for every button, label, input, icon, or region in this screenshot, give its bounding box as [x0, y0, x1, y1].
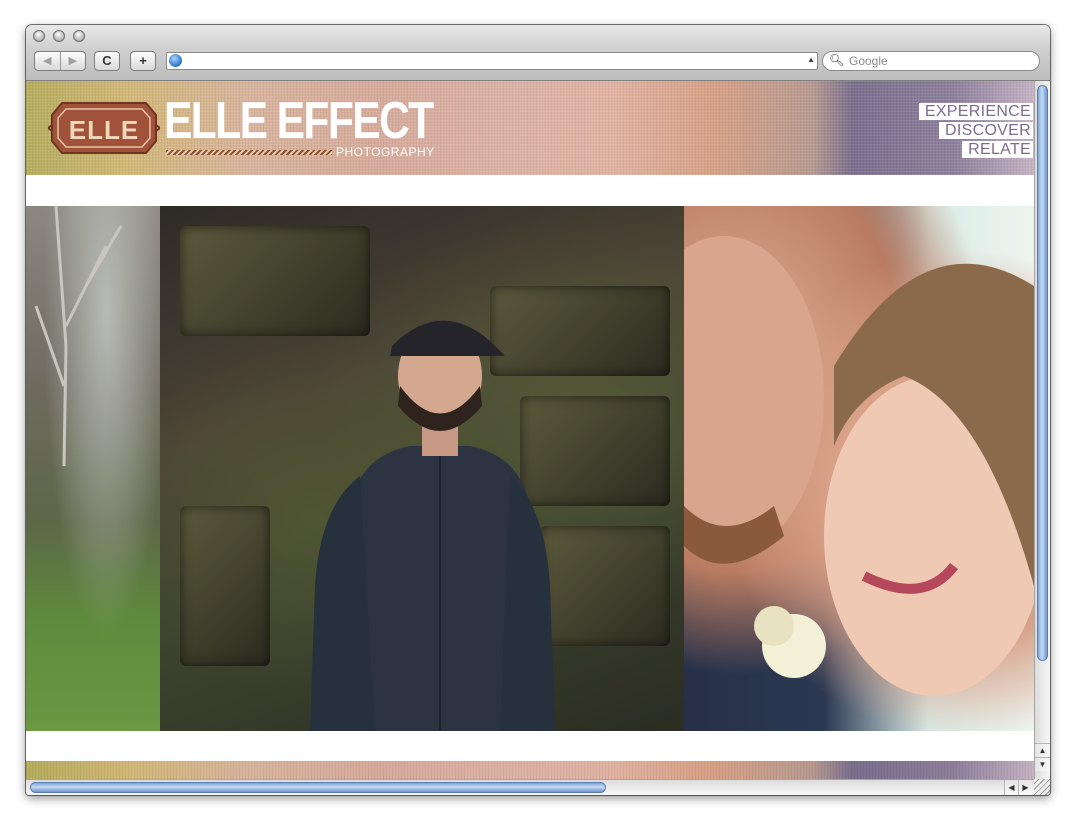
- globe-icon: [169, 54, 182, 67]
- close-window-button[interactable]: [33, 30, 45, 42]
- reload-button[interactable]: C: [94, 51, 120, 71]
- logo-text: ELLE: [69, 115, 139, 145]
- nav-discover[interactable]: DISCOVER: [939, 122, 1033, 139]
- resize-grip-icon[interactable]: [1034, 779, 1050, 795]
- scroll-down-arrow[interactable]: ▼: [1035, 757, 1050, 771]
- horizontal-scrollbar[interactable]: ◀ ▶: [26, 779, 1034, 795]
- man-by-stone-wall-photo[interactable]: [160, 206, 684, 731]
- add-bookmark-button[interactable]: +: [130, 51, 156, 71]
- browser-toolbar: ◀ ▶ C + ▲ 🔍︎: [26, 25, 1050, 81]
- site-footer: [26, 761, 1034, 779]
- browser-window: ◀ ▶ C + ▲ 🔍︎ ELLE ELLE EFFECT PHOTOGRAPH…: [26, 25, 1050, 795]
- scroll-right-arrow[interactable]: ▶: [1018, 780, 1032, 795]
- scroll-up-arrow[interactable]: ▲: [1035, 743, 1050, 757]
- brand-name: ELLE EFFECT: [164, 92, 434, 150]
- site-header: ELLE ELLE EFFECT PHOTOGRAPHY EXPERIENCE …: [26, 81, 1034, 175]
- search-icon[interactable]: 🔍︎: [829, 53, 844, 67]
- brand-stripe: [166, 150, 332, 155]
- photo-gallery[interactable]: [26, 206, 1034, 731]
- couple-portrait-photo[interactable]: [684, 206, 1034, 731]
- forest-edge-photo[interactable]: [26, 206, 160, 731]
- nav-relate[interactable]: RELATE: [962, 141, 1033, 158]
- back-button[interactable]: ◀: [35, 52, 60, 70]
- search-box[interactable]: 🔍︎: [822, 51, 1040, 71]
- minimize-window-button[interactable]: [53, 30, 65, 42]
- back-forward-group: ◀ ▶: [34, 51, 86, 71]
- elle-logo[interactable]: ELLE: [48, 95, 160, 161]
- man-figure: [310, 320, 555, 731]
- vertical-scroll-thumb[interactable]: [1037, 85, 1048, 661]
- horizontal-scroll-thumb[interactable]: [30, 782, 606, 793]
- search-input[interactable]: [849, 54, 1029, 68]
- brand-subtitle: PHOTOGRAPHY: [336, 145, 435, 159]
- tree-branches: [34, 206, 123, 467]
- address-bar[interactable]: ▲: [166, 52, 818, 70]
- nav-experience[interactable]: EXPERIENCE: [918, 103, 1033, 120]
- address-dropdown-icon[interactable]: ▲: [807, 55, 815, 64]
- scroll-left-arrow[interactable]: ◀: [1004, 780, 1018, 795]
- page-viewport: ELLE ELLE EFFECT PHOTOGRAPHY EXPERIENCE …: [26, 81, 1034, 779]
- forward-button[interactable]: ▶: [59, 52, 86, 70]
- vertical-scrollbar[interactable]: ▲ ▼: [1034, 81, 1050, 779]
- couple-figures: [684, 236, 1034, 696]
- zoom-window-button[interactable]: [73, 30, 85, 42]
